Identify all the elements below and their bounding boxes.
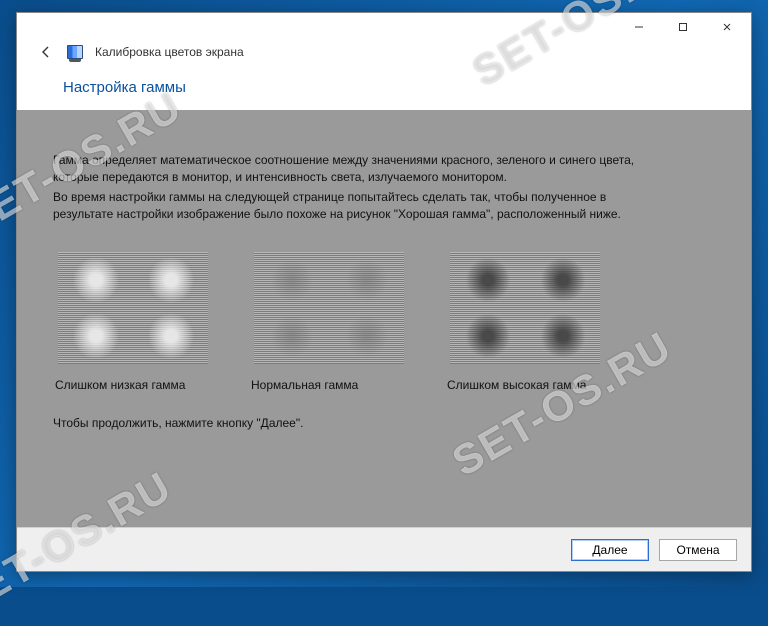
maximize-button[interactable] — [661, 13, 705, 41]
description-paragraph-1: Гамма определяет математическое соотноше… — [53, 152, 653, 187]
gamma-label-low: Слишком низкая гамма — [53, 378, 185, 392]
next-button[interactable]: Далее — [571, 539, 649, 561]
gamma-samples-row: Слишком низкая гамма Нормальная гамма Сл… — [53, 252, 715, 392]
cancel-button[interactable]: Отмена — [659, 539, 737, 561]
close-button[interactable] — [705, 13, 749, 41]
window-title: Калибровка цветов экрана — [95, 45, 244, 59]
gamma-sample-mid: Нормальная гамма — [249, 252, 409, 392]
monitor-icon — [67, 45, 83, 59]
gamma-label-high: Слишком высокая гамма — [445, 378, 586, 392]
gamma-swatch-low — [58, 252, 208, 364]
minimize-button[interactable] — [617, 13, 661, 41]
window-titlebar — [17, 13, 751, 41]
gamma-swatch-mid — [254, 252, 404, 364]
description-paragraph-2: Во время настройки гаммы на следующей ст… — [53, 189, 653, 224]
back-arrow-icon[interactable] — [37, 43, 55, 61]
gamma-swatch-high — [450, 252, 600, 364]
dialog-footer: Далее Отмена — [17, 527, 751, 571]
gamma-sample-high: Слишком высокая гамма — [445, 252, 605, 392]
page-heading: Настройка гаммы — [17, 69, 751, 110]
description-block: Гамма определяет математическое соотноше… — [53, 152, 653, 224]
gamma-label-mid: Нормальная гамма — [249, 378, 358, 392]
content-area: Гамма определяет математическое соотноше… — [17, 110, 751, 527]
calibration-dialog: Калибровка цветов экрана Настройка гаммы… — [16, 12, 752, 572]
continue-hint: Чтобы продолжить, нажмите кнопку "Далее"… — [53, 416, 715, 430]
dialog-header: Калибровка цветов экрана — [17, 41, 751, 69]
gamma-sample-low: Слишком низкая гамма — [53, 252, 213, 392]
